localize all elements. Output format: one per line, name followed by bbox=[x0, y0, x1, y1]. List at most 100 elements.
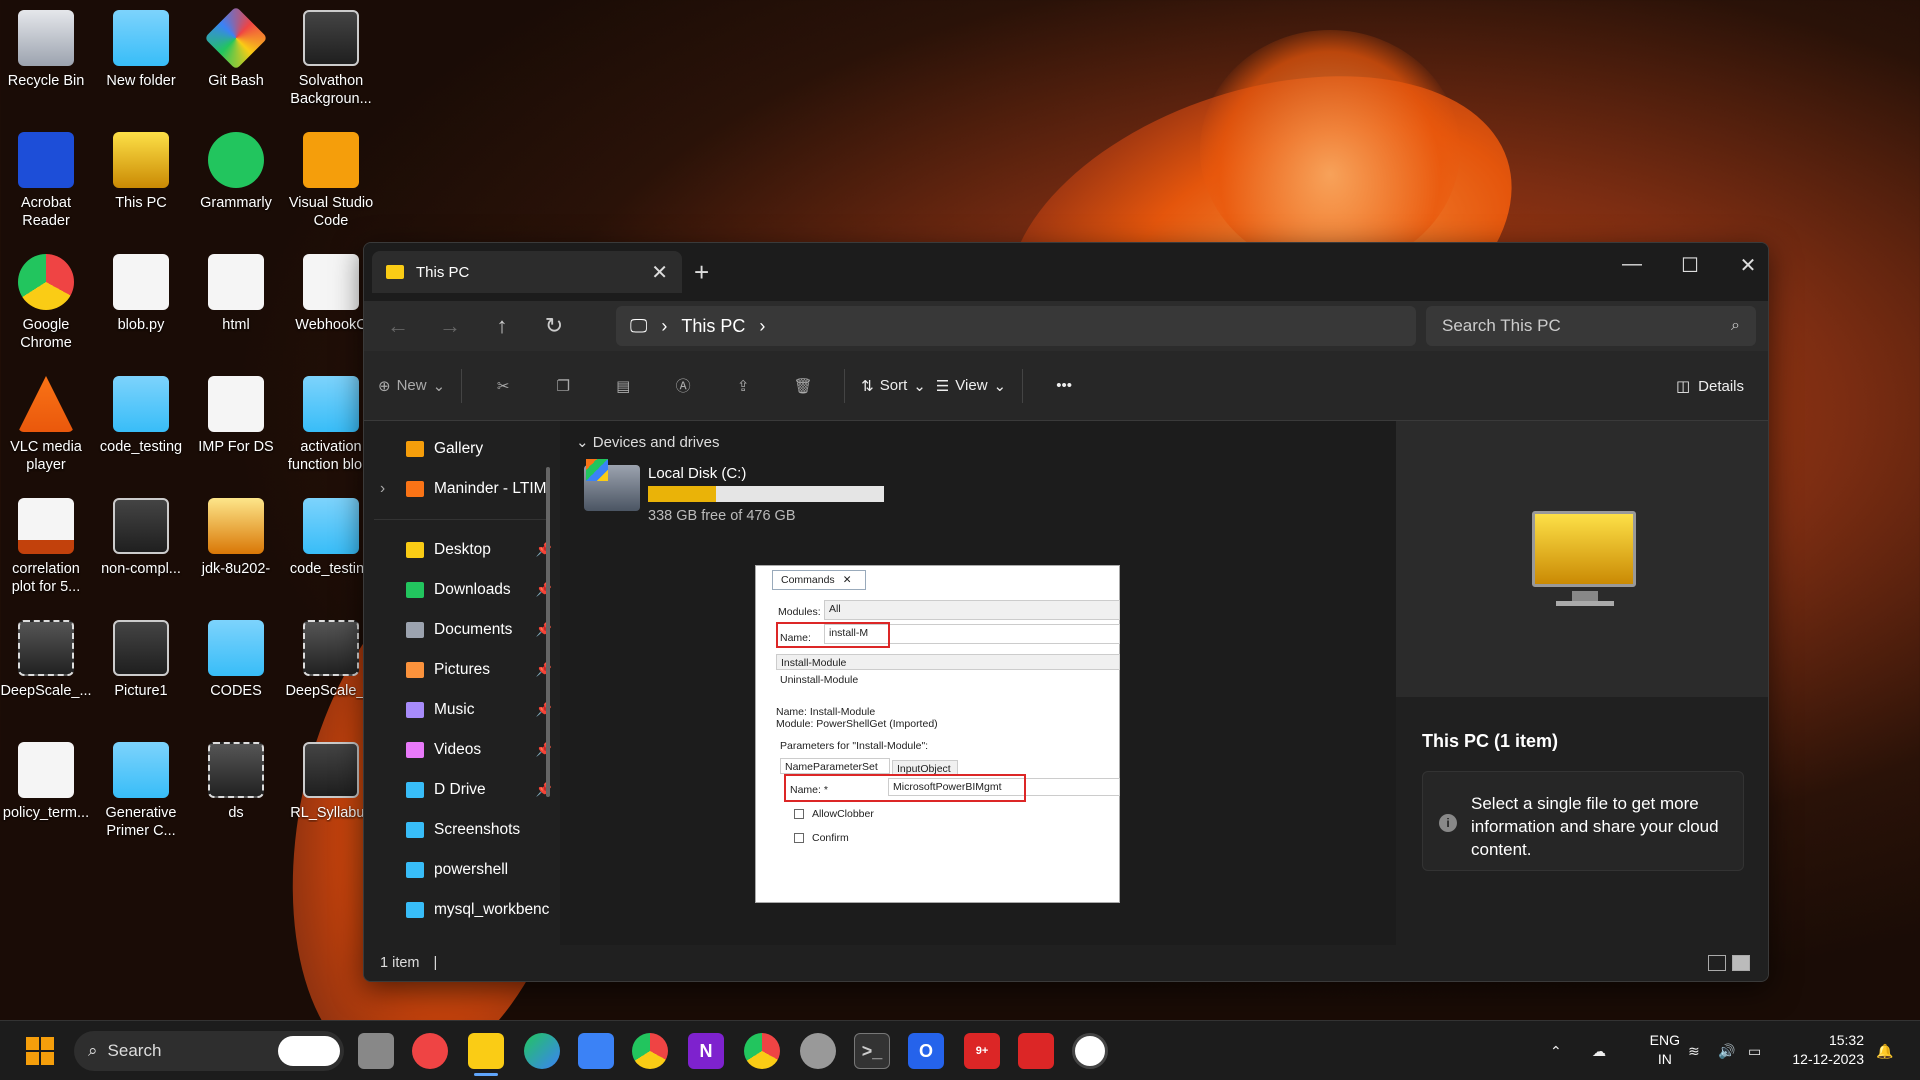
desktop-icon[interactable]: html bbox=[188, 248, 284, 358]
taskbar-search-input[interactable]: Search bbox=[108, 1041, 162, 1061]
desktop-icon[interactable]: Visual Studio Code bbox=[283, 126, 379, 236]
desktop-icon[interactable]: correlation plot for 5... bbox=[0, 492, 94, 602]
details-button[interactable]: ◫ Details bbox=[1676, 366, 1744, 406]
breadcrumb-this-pc[interactable]: This PC bbox=[681, 316, 745, 337]
view-button[interactable]: ☰ View ⌄ bbox=[936, 366, 1006, 406]
sort-icon: ⇅ bbox=[861, 377, 874, 395]
desktop-icon[interactable]: Picture1 bbox=[93, 614, 189, 724]
meeting-icon[interactable] bbox=[412, 1033, 448, 1069]
outlook-icon[interactable]: O bbox=[908, 1033, 944, 1069]
desktop-icon[interactable]: Acrobat Reader bbox=[0, 126, 94, 236]
wifi-icon[interactable]: ≋ bbox=[1688, 1021, 1700, 1080]
chrome-icon[interactable] bbox=[632, 1033, 668, 1069]
close-window-button[interactable]: ✕ bbox=[1728, 253, 1768, 278]
sidebar-item[interactable]: D Drive 📌 bbox=[364, 770, 560, 810]
sidebar-item[interactable]: Videos 📌 bbox=[364, 730, 560, 770]
edge-icon[interactable] bbox=[524, 1033, 560, 1069]
search-box[interactable]: Search This PC ⌕ bbox=[1426, 306, 1756, 346]
system-clock[interactable]: 15:32 12-12-2023 bbox=[1792, 1031, 1864, 1069]
tab-this-pc[interactable]: This PC ✕ bbox=[372, 251, 682, 293]
taskbar-search[interactable]: ⌕ Search bbox=[74, 1031, 344, 1071]
sidebar-item[interactable]: Gallery bbox=[364, 429, 560, 469]
minimize-button[interactable]: — bbox=[1612, 253, 1652, 276]
battery-icon[interactable]: ▭ bbox=[1748, 1021, 1761, 1080]
onedrive-icon[interactable]: ☁ bbox=[1592, 1021, 1606, 1080]
desktop-icon-label: non-compl... bbox=[101, 561, 181, 577]
share-button[interactable]: ⇪ bbox=[718, 366, 768, 406]
rename-button[interactable]: Ⓐ bbox=[658, 366, 708, 406]
divider bbox=[461, 368, 463, 403]
news-icon[interactable]: 9+ bbox=[964, 1033, 1000, 1069]
file-explorer-taskbar-icon[interactable] bbox=[468, 1033, 504, 1069]
desktop-icon[interactable]: policy_term... bbox=[0, 736, 94, 846]
drive-local-disk-c[interactable]: Local Disk (C:) 338 GB free of 476 GB bbox=[584, 459, 884, 524]
forward-button[interactable]: → bbox=[424, 306, 476, 346]
search-input[interactable]: Search This PC bbox=[1442, 316, 1561, 336]
sort-button[interactable]: ⇅ Sort ⌄ bbox=[861, 366, 926, 406]
desktop-icon[interactable]: DeepScale_... bbox=[0, 614, 94, 724]
chevron-right-icon[interactable]: › bbox=[661, 316, 667, 337]
new-button[interactable]: ⊕ New ⌄ bbox=[378, 366, 445, 406]
desktop-icon[interactable]: jdk-8u202- bbox=[188, 492, 284, 602]
desktop-icon[interactable]: Generative Primer C... bbox=[93, 736, 189, 846]
address-bar[interactable]: 🖵 › This PC › bbox=[616, 306, 1416, 346]
desktop-icon[interactable]: New folder bbox=[93, 4, 189, 114]
terminal-icon[interactable]: >_ bbox=[854, 1033, 890, 1069]
desktop-icon[interactable]: blob.py bbox=[93, 248, 189, 358]
back-button[interactable]: ← bbox=[372, 306, 424, 346]
desktop-icon[interactable]: Google Chrome bbox=[0, 248, 94, 358]
desktop-icon[interactable]: Solvathon Backgroun... bbox=[283, 4, 379, 114]
settings-icon[interactable] bbox=[800, 1033, 836, 1069]
sidebar-scrollbar[interactable] bbox=[546, 467, 550, 797]
task-view-icon[interactable] bbox=[358, 1033, 394, 1069]
desktop-icon[interactable]: code_testing bbox=[93, 370, 189, 480]
desktop-icon[interactable]: Recycle Bin bbox=[0, 4, 94, 114]
copy-button[interactable]: ❐ bbox=[538, 366, 588, 406]
sidebar-item[interactable]: › Maninder - LTIM bbox=[364, 469, 560, 509]
paste-button[interactable]: ▤ bbox=[598, 366, 648, 406]
desktop-icon[interactable]: VLC media player bbox=[0, 370, 94, 480]
sidebar-item[interactable]: Screenshots bbox=[364, 810, 560, 850]
desktop-icon[interactable]: Grammarly bbox=[188, 126, 284, 236]
desktop-icon-label: IMP For DS bbox=[198, 439, 274, 455]
clock-app-icon[interactable] bbox=[1072, 1033, 1108, 1069]
delete-button[interactable]: 🗑 bbox=[778, 366, 828, 406]
sidebar-item[interactable]: Downloads 📌 bbox=[364, 570, 560, 610]
tiles-view-button[interactable] bbox=[1732, 955, 1750, 971]
sidebar-item[interactable]: Music 📌 bbox=[364, 690, 560, 730]
desktop-icon[interactable]: non-compl... bbox=[93, 492, 189, 602]
store-icon[interactable] bbox=[578, 1033, 614, 1069]
chrome-profile-icon[interactable] bbox=[744, 1033, 780, 1069]
folder-icon bbox=[406, 542, 424, 558]
git-icon bbox=[204, 6, 268, 70]
chevron-right-icon[interactable]: › bbox=[380, 480, 385, 498]
language-indicator[interactable]: ENG IN bbox=[1650, 1031, 1680, 1069]
drive-usage-fill bbox=[648, 486, 717, 502]
sidebar-item[interactable]: powershell bbox=[364, 850, 560, 890]
desktop-icon[interactable]: Git Bash bbox=[188, 4, 284, 114]
sidebar-item[interactable]: Documents 📌 bbox=[364, 610, 560, 650]
group-header-devices[interactable]: ⌄ Devices and drives bbox=[576, 433, 719, 451]
sidebar-item[interactable]: Desktop 📌 bbox=[364, 530, 560, 570]
snipping-icon[interactable] bbox=[1018, 1033, 1054, 1069]
sidebar-item[interactable]: Pictures 📌 bbox=[364, 650, 560, 690]
close-tab-icon[interactable]: ✕ bbox=[651, 260, 668, 285]
desktop-icon[interactable]: This PC bbox=[93, 126, 189, 236]
notification-bell-icon[interactable]: 🔔 bbox=[1876, 1021, 1893, 1080]
chevron-right-icon[interactable]: › bbox=[759, 316, 765, 337]
volume-icon[interactable]: 🔊 bbox=[1718, 1021, 1735, 1080]
sidebar-item[interactable]: mysql_workbenc bbox=[364, 890, 560, 930]
new-tab-button[interactable]: + bbox=[694, 257, 709, 288]
desktop-icon[interactable]: IMP For DS bbox=[188, 370, 284, 480]
desktop-icon[interactable]: ds bbox=[188, 736, 284, 846]
onenote-icon[interactable]: N bbox=[688, 1033, 724, 1069]
cut-button[interactable]: ✂ bbox=[478, 366, 528, 406]
more-options-button[interactable]: ••• bbox=[1039, 366, 1089, 406]
show-hidden-icons-chevron[interactable]: ⌃ bbox=[1550, 1021, 1562, 1080]
start-button[interactable] bbox=[22, 1033, 58, 1069]
refresh-button[interactable]: ↻ bbox=[528, 306, 580, 346]
maximize-button[interactable]: ☐ bbox=[1670, 253, 1710, 278]
up-button[interactable]: ↑ bbox=[476, 306, 528, 346]
details-view-button[interactable] bbox=[1708, 955, 1726, 971]
desktop-icon[interactable]: CODES bbox=[188, 614, 284, 724]
